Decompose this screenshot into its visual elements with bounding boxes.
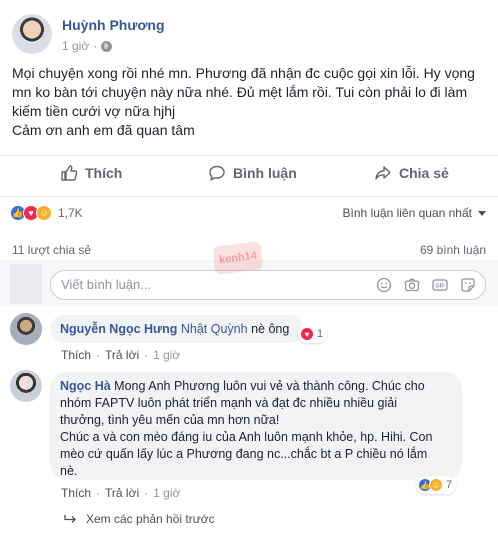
comment-reply-link[interactable]: Trả lời [105,486,139,500]
camera-icon[interactable] [404,277,420,293]
svg-text:GIF: GIF [435,284,445,290]
author-avatar[interactable] [12,14,52,54]
share-button[interactable]: Chia sẻ [374,158,449,188]
reply-arrow-icon [64,515,76,523]
commenter-avatar[interactable] [10,313,42,345]
thumbs-up-icon [61,165,78,181]
comment-actions: Thích · Trả lời · 1 giờ [61,486,180,500]
comment-time[interactable]: 1 giờ [153,486,180,500]
globe-icon[interactable] [101,40,113,52]
view-previous-replies-link[interactable]: Xem các phản hồi trước [64,512,215,526]
post-text: Mọi chuyện xong rồi nhé mn. Phương đã nh… [12,64,488,140]
gif-icon[interactable]: GIF [432,277,448,293]
love-reaction-icon: ♥ [300,327,314,341]
post-meta: 1 giờ · [62,39,113,53]
share-count[interactable]: 11 lượt chia sẻ [12,243,91,257]
comment-like-link[interactable]: Thích [61,486,91,500]
comment-sort-label: Bình luận liên quan nhất [342,206,472,220]
comment-count[interactable]: 69 bình luận [420,243,486,257]
comment-input-placeholder: Viết bình luận... [61,277,152,292]
share-label: Chia sẻ [399,165,449,181]
comment-time[interactable]: 1 giờ [153,348,180,362]
post-line: Cảm ơn anh em đã quan tâm [12,122,195,138]
emoji-icon[interactable] [376,277,392,293]
facebook-post: Huỳnh Phương 1 giờ · Mọi chuyện xong rồi… [0,0,498,536]
reaction-summary[interactable]: 👍 ♥ ☺ 1,7K [10,204,83,222]
comment-button[interactable]: Bình luận [208,158,297,188]
comment-reactions[interactable]: 👍 ☺ 7 [416,476,457,494]
comment-bubble: Ngọc Hà Mong Anh Phương luôn vui vẻ và t… [50,372,462,480]
comment-like-link[interactable]: Thích [61,348,91,362]
comment-line: thưởng, tình yêu mến của mn hơn nữa! [60,413,280,427]
post-line: Mọi chuyện xong rồi nhé mn. Phương đã nh… [12,65,475,81]
view-previous-replies-label: Xem các phản hồi trước [86,512,215,526]
composer-avatar [10,264,42,304]
dot-separator: · [96,486,101,500]
commenter-avatar[interactable] [10,370,42,402]
comment-icon [209,165,225,181]
tagged-user[interactable]: Nhật Quỳnh [181,322,248,336]
sticker-icon[interactable] [460,277,476,293]
dot-separator: · [144,348,149,362]
comment-label: Bình luận [233,165,297,181]
comment-bubble: Nguyễn Ngọc Hưng Nhật Quỳnh nè ông [50,315,304,343]
comment-line: nè. [60,464,78,478]
watermark: kenh14 [212,241,264,275]
post-line: kiếm tiền cưới vợ nữa hjhj [12,103,176,119]
comment-text: Mong Anh Phương luôn vui vẻ và thành côn… [110,379,425,393]
commenter-name[interactable]: Nguyễn Ngọc Hưng [60,322,177,336]
comment-line: nhóm FAPTV luôn phát triển mạnh và đạt đ… [60,396,398,410]
share-icon [375,166,391,180]
post-actions: Thích Bình luận Chia sẻ [0,158,498,188]
dot-separator: · [96,348,101,362]
divider [0,155,498,156]
reaction-count: 1,7K [58,206,83,220]
haha-reaction-icon: ☺ [429,478,443,492]
dot-separator: · [144,486,149,500]
comment-text: nè ông [247,322,290,336]
comment-reaction-count: 1 [317,328,324,340]
dot-separator: · [93,39,98,53]
comment-line: mèo cứ quấn lấy lúc a Phương đang nc...c… [60,447,428,461]
comment-reply-link[interactable]: Trả lời [105,348,139,362]
comment-sort-dropdown[interactable]: Bình luận liên quan nhất [343,206,486,220]
like-button[interactable]: Thích [60,158,122,188]
author-name[interactable]: Huỳnh Phương [62,17,165,33]
like-label: Thích [85,165,123,181]
commenter-name[interactable]: Ngọc Hà [60,379,111,393]
comment-reaction-count: 7 [446,479,453,491]
haha-reaction-icon: ☺ [36,205,52,221]
post-time[interactable]: 1 giờ [62,39,89,53]
caret-down-icon [478,210,486,216]
comment-reactions[interactable]: ♥ 1 [298,325,328,343]
post-line: mn ko bàn tới chuyện này nữa nhé. Đủ mệt… [12,84,468,100]
divider [0,196,498,197]
comment-actions: Thích · Trả lời · 1 giờ [61,348,180,362]
comment-line: Ngọc Hà Mong Anh Phương luôn vui vẻ và t… [60,378,452,395]
comment-line: Chúc a và con mèo đáng iu của Anh luôn m… [60,430,433,444]
